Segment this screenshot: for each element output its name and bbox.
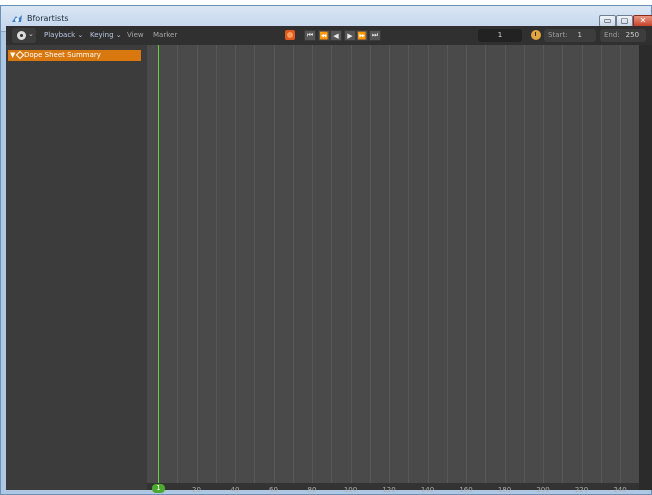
maximize-icon: ▢	[620, 16, 629, 25]
ruler-tick-label: 220	[574, 486, 589, 494]
start-label: Start:	[548, 31, 568, 39]
dope-sheet-summary-row[interactable]: ▼ Dope Sheet Summary	[8, 50, 141, 61]
grid-line	[350, 45, 352, 490]
keying-menu[interactable]: Keying ⌄	[90, 31, 122, 39]
grid-line	[254, 45, 256, 490]
scrollbar-strip[interactable]	[639, 45, 652, 490]
grid-line	[215, 45, 217, 490]
grid-line	[196, 45, 198, 490]
jump-start-icon[interactable]: ⏮	[304, 30, 316, 41]
grid-line	[292, 45, 294, 490]
grid-line	[504, 45, 506, 490]
ruler-tick-label: 100	[343, 486, 358, 494]
playhead-line[interactable]	[158, 45, 159, 490]
view-menu[interactable]: View	[127, 31, 144, 39]
auto-keying-record-button[interactable]	[285, 30, 295, 40]
minimize-icon: ▭	[603, 16, 612, 25]
ruler-tick-label: 120	[382, 486, 396, 494]
start-frame-field[interactable]: Start: 1	[544, 29, 596, 42]
timeline-header: ⌄ Playback ⌄ Keying ⌄ View Marker ⏮ ⏪ ◀ ▶ ⏩ ⏭…	[6, 26, 652, 45]
ruler-tick-label: 40	[230, 486, 240, 494]
jump-keyframe-back-icon[interactable]: ⏪	[318, 30, 330, 41]
grid-line	[485, 45, 487, 490]
window-title: Bforartists	[27, 14, 69, 23]
chevron-down-icon: ⌄	[28, 30, 34, 38]
play-reverse-icon[interactable]: ◀	[330, 30, 342, 41]
ruler-tick-label: 180	[497, 486, 512, 494]
grid-line	[177, 45, 179, 490]
end-value: 250	[625, 31, 640, 39]
grid-line	[581, 45, 583, 490]
grid-line	[312, 45, 313, 490]
current-frame-badge[interactable]: 1	[152, 484, 165, 493]
current-frame-field[interactable]: 1	[478, 29, 522, 42]
ruler-tick-label: 80	[307, 486, 317, 494]
grid-line	[389, 45, 390, 490]
grid-line	[620, 45, 621, 490]
ruler-tick-label: 240	[613, 486, 627, 494]
grid-line	[408, 45, 410, 490]
ruler-tick-label: 60	[269, 486, 278, 494]
start-value: 1	[577, 31, 582, 39]
summary-keyframe-icon	[15, 50, 25, 60]
grid-line	[466, 45, 467, 490]
summary-label: Dope Sheet Summary	[24, 51, 101, 59]
end-label: End:	[604, 31, 620, 39]
close-icon: ✕	[639, 16, 647, 25]
ruler-tick-label: 140	[420, 486, 435, 494]
grid-line	[235, 45, 236, 490]
jump-end-icon[interactable]: ⏭	[369, 30, 381, 41]
ruler-tick-label: 160	[459, 486, 473, 494]
expand-triangle-icon[interactable]: ▼	[10, 50, 15, 61]
grid-line	[273, 45, 275, 490]
frame-ruler[interactable]: 1 20 40 60 80 100 120 140 160 180 200 220 240	[147, 483, 639, 494]
grid-line	[446, 45, 448, 490]
end-frame-field[interactable]: End: 250	[600, 29, 646, 42]
marker-menu[interactable]: Marker	[153, 31, 177, 39]
grid-line	[523, 45, 525, 490]
channel-region[interactable]: ▼ Dope Sheet Summary	[6, 45, 147, 490]
grid-line	[369, 45, 371, 490]
ruler-tick-label: 200	[536, 486, 550, 494]
grid-line	[331, 45, 333, 490]
playback-menu[interactable]: Playback ⌄	[44, 31, 83, 39]
grid-line	[562, 45, 564, 490]
grid-line	[543, 45, 544, 490]
jump-keyframe-forward-icon[interactable]: ⏩	[356, 30, 368, 41]
grid-line	[600, 45, 602, 490]
bforartists-logo-icon	[12, 15, 22, 22]
editor-type-button[interactable]: ⌄	[12, 28, 36, 43]
preview-range-clock-icon[interactable]	[531, 30, 541, 40]
timeline-clock-icon	[17, 31, 26, 40]
play-icon[interactable]: ▶	[344, 30, 356, 41]
timeline-keyframe-area[interactable]: 1 20 40 60 80 100 120 140 160 180 200 220 240	[147, 45, 639, 494]
grid-line	[427, 45, 429, 490]
ruler-tick-label: 20	[192, 486, 201, 494]
